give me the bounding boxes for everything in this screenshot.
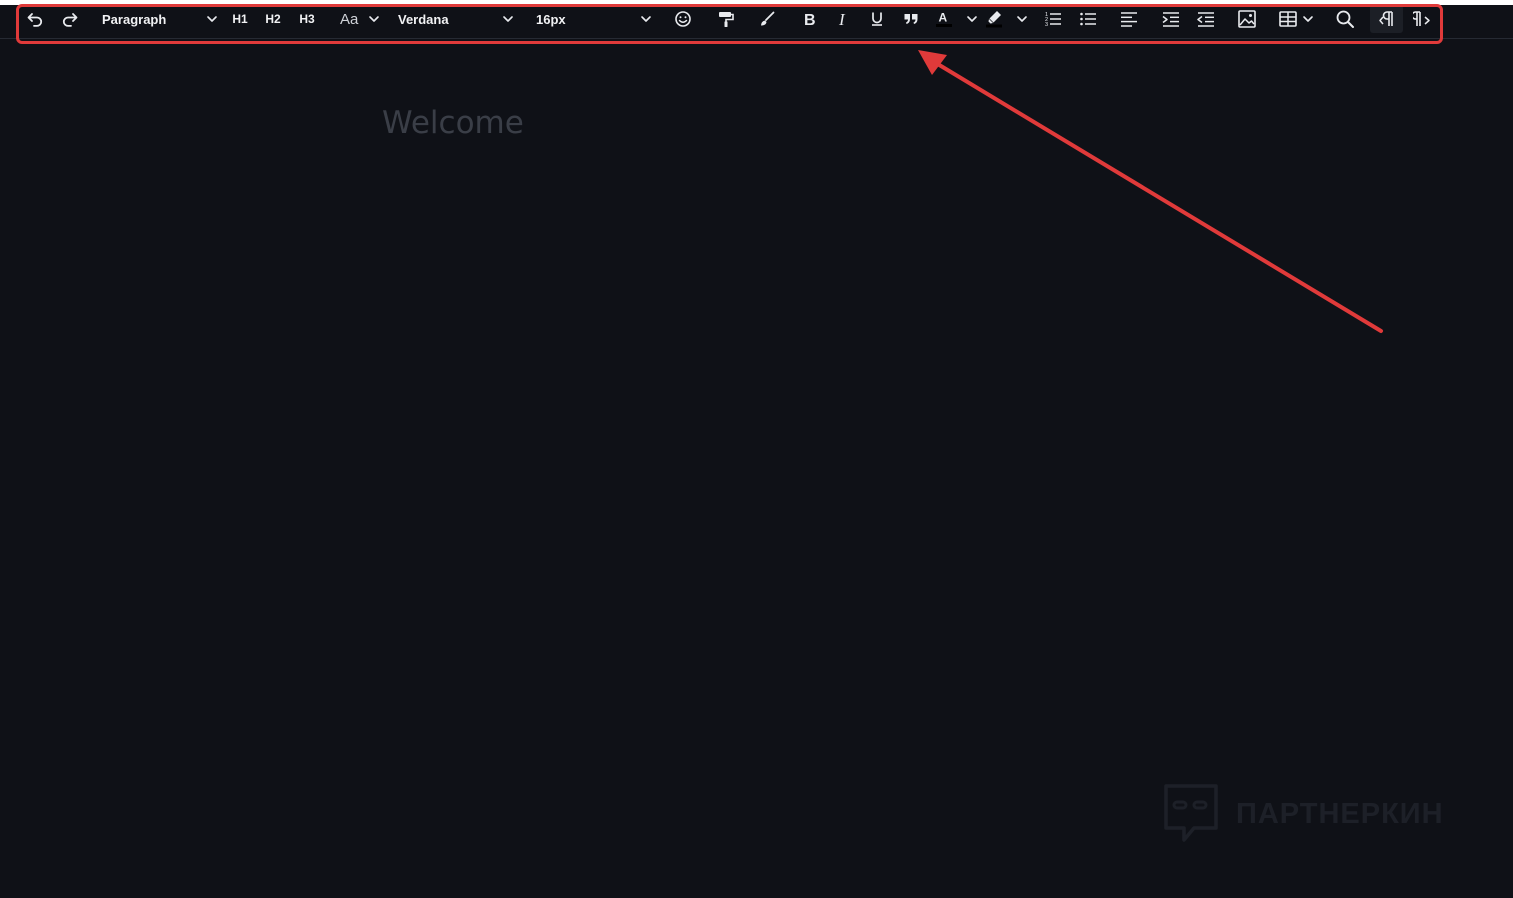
highlight-icon (986, 11, 1002, 28)
emoji-button[interactable] (673, 5, 693, 33)
bold-button[interactable]: B (799, 5, 819, 33)
font-size-label: 16px (536, 11, 566, 27)
indent-icon (1162, 12, 1179, 27)
format-painter-button[interactable] (715, 5, 737, 33)
underline-button[interactable] (867, 5, 887, 33)
underline-icon (872, 12, 882, 26)
ltr-button[interactable] (1370, 5, 1403, 33)
align-left-button[interactable] (1118, 5, 1140, 33)
chevron-down-icon (1303, 16, 1313, 22)
quote-icon (904, 14, 918, 24)
italic-button[interactable]: I (833, 5, 853, 33)
chevron-down-icon (503, 16, 513, 22)
image-icon (1238, 10, 1256, 28)
insert-image-button[interactable] (1236, 5, 1258, 33)
bullet-list-icon (1080, 12, 1096, 26)
font-size-select[interactable]: 16px (536, 5, 652, 33)
editor-area[interactable] (0, 39, 1513, 898)
outdent-button[interactable] (1195, 5, 1217, 33)
heading-1-button[interactable]: H1 (230, 5, 250, 33)
ltr-icon (1378, 11, 1393, 26)
clear-format-icon (761, 11, 775, 26)
heading-3-button[interactable]: H3 (297, 5, 317, 33)
heading-2-button[interactable]: H2 (263, 5, 283, 33)
highlight-color-button[interactable] (984, 5, 1028, 33)
bullet-list-button[interactable] (1077, 5, 1099, 33)
heading-3-label: H3 (299, 12, 315, 26)
search-button[interactable] (1334, 5, 1356, 33)
svg-text:B: B (804, 12, 816, 28)
editor-toolbar: Paragraph H1 H2 H3 Aa Verdana 16px B I A… (0, 5, 1513, 39)
redo-icon (62, 13, 78, 27)
rtl-icon (1413, 11, 1430, 26)
chevron-down-icon (1017, 16, 1027, 22)
redo-button[interactable] (59, 5, 81, 33)
font-family-select[interactable]: Verdana (398, 5, 514, 33)
editor-placeholder: Welcome (382, 105, 524, 141)
undo-icon (27, 13, 43, 27)
indent-button[interactable] (1160, 5, 1182, 33)
text-color-button[interactable]: A (934, 5, 978, 33)
insert-table-button[interactable] (1278, 5, 1314, 33)
watermark: ПАРТНЕРКИН (1162, 782, 1444, 846)
heading-1-label: H1 (232, 12, 248, 26)
bold-icon: B (804, 12, 816, 28)
text-case-label: Aa (340, 10, 359, 28)
chevron-down-icon (207, 16, 217, 22)
rtl-button[interactable] (1410, 5, 1434, 33)
svg-text:I: I (838, 10, 846, 28)
table-icon (1279, 11, 1297, 27)
blockquote-button[interactable] (900, 5, 922, 33)
emoji-icon (675, 11, 691, 27)
clear-format-button[interactable] (756, 5, 778, 33)
italic-icon: I (838, 10, 846, 28)
ordered-list-icon: 1 2 3 (1045, 12, 1061, 28)
svg-text:A: A (939, 11, 948, 25)
ordered-list-button[interactable]: 1 2 3 (1042, 5, 1064, 33)
format-painter-icon (719, 12, 734, 27)
block-format-label: Paragraph (102, 11, 167, 27)
watermark-text: ПАРТНЕРКИН (1236, 797, 1444, 830)
font-family-label: Verdana (398, 11, 449, 27)
text-case-select[interactable]: Aa (340, 5, 380, 33)
chat-bubble-icon (1164, 784, 1218, 842)
outdent-icon (1197, 12, 1214, 27)
chevron-down-icon (967, 16, 977, 22)
search-icon (1336, 10, 1354, 28)
chevron-down-icon (369, 16, 379, 22)
chevron-down-icon (641, 16, 651, 22)
block-format-select[interactable]: Paragraph (102, 5, 218, 33)
undo-button[interactable] (24, 5, 46, 33)
heading-2-label: H2 (265, 12, 281, 26)
align-left-icon (1121, 12, 1137, 27)
text-color-icon: A (936, 11, 952, 27)
svg-text:3: 3 (1045, 22, 1048, 28)
